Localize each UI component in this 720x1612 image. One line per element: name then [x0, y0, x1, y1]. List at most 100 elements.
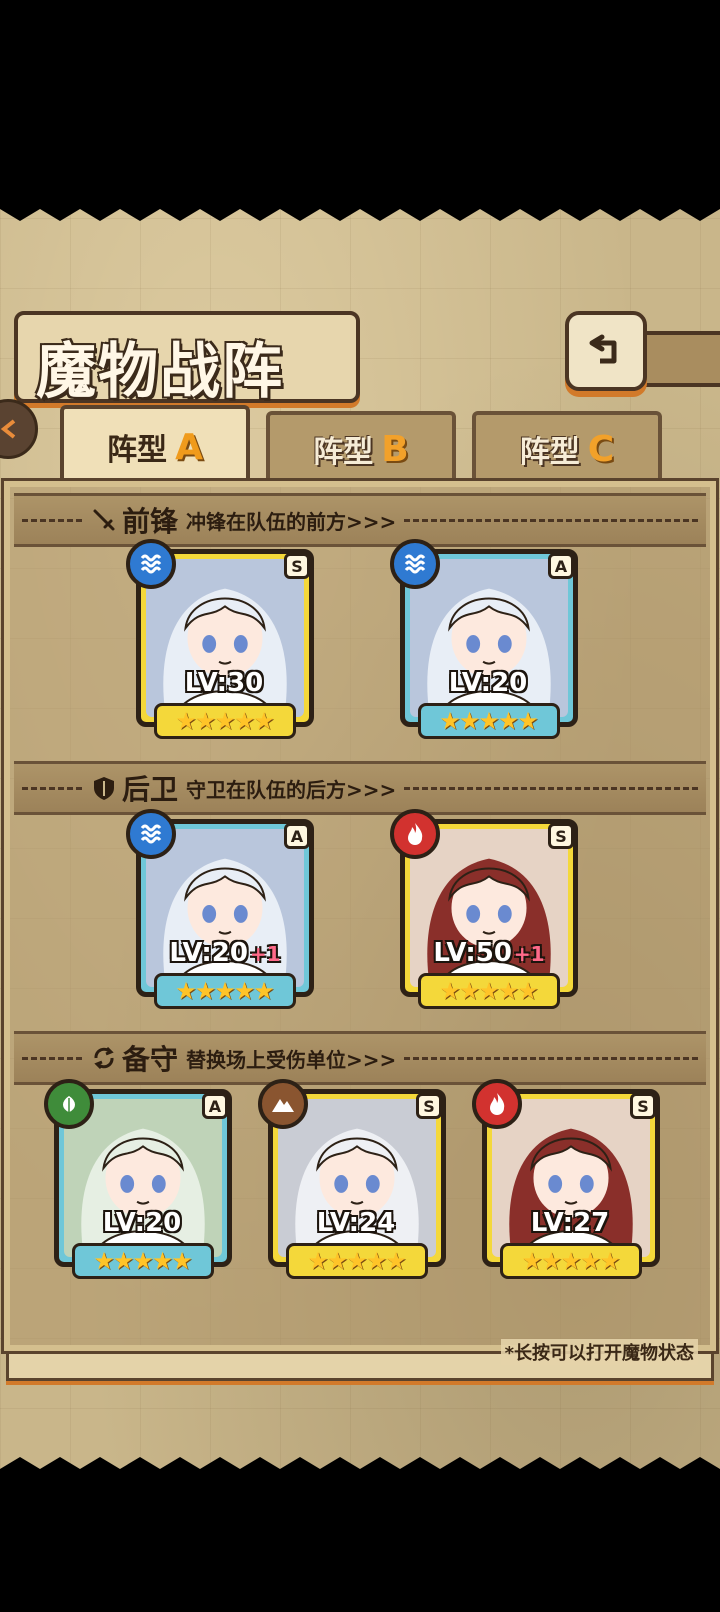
- monster-card[interactable]: LV:20 A ★ ★ ★ ★ ★: [44, 1079, 232, 1279]
- monster-card[interactable]: LV:20 +1 A ★ ★ ★ ★ ★: [126, 809, 314, 1009]
- star-rating: ★ ★ ★ ★ ★: [500, 1243, 642, 1279]
- tab-letter: A: [175, 426, 203, 468]
- star-icon: ★: [112, 1247, 135, 1275]
- water-element-icon: [390, 539, 440, 589]
- star-icon: ★: [346, 1247, 368, 1275]
- monster-card[interactable]: LV:50 +1 S ★ ★ ★ ★ ★: [390, 809, 578, 1009]
- monster-level: LV:20 +1: [169, 938, 281, 968]
- star-icon: ★: [307, 1247, 329, 1275]
- monster-card[interactable]: LV:30 S ★ ★ ★ ★ ★: [126, 539, 314, 739]
- rank-badge: S: [548, 823, 574, 849]
- star-rating: ★ ★ ★ ★ ★: [286, 1243, 428, 1279]
- monster-level: LV:50 +1: [433, 938, 545, 968]
- monster-level: LV:20: [448, 668, 528, 698]
- star-icon: ★: [458, 707, 481, 735]
- star-icon: ★: [478, 707, 500, 735]
- tab-label: 阵型: [519, 435, 580, 470]
- tab-letter: C: [587, 428, 615, 470]
- rank-badge: S: [630, 1093, 656, 1119]
- star-icon: ★: [93, 1247, 115, 1275]
- chevron-left-icon: [0, 419, 16, 439]
- rank-badge: A: [284, 823, 310, 849]
- monster-level: LV:24: [316, 1208, 396, 1238]
- star-icon: ★: [521, 1247, 543, 1275]
- star-icon: ★: [233, 707, 256, 735]
- star-icon: ★: [214, 707, 236, 735]
- star-icon: ★: [579, 1247, 602, 1275]
- swap-icon: [90, 1044, 118, 1072]
- star-icon: ★: [151, 1247, 174, 1275]
- star-icon: ★: [599, 1247, 621, 1275]
- water-element-icon: [126, 809, 176, 859]
- tab-label: 阵型: [313, 435, 374, 470]
- page-title: 魔物战阵: [36, 337, 284, 407]
- star-icon: ★: [365, 1247, 388, 1275]
- section-back-header: 后卫 守卫在队伍的后方>>>: [14, 761, 706, 815]
- monster-card[interactable]: LV:24 S ★ ★ ★ ★ ★: [258, 1079, 446, 1279]
- section-front-header: 前锋 冲锋在队伍的前方>>>: [14, 493, 706, 547]
- back-button[interactable]: [565, 311, 647, 391]
- rank-badge: A: [202, 1093, 228, 1119]
- section-subtitle: 冲锋在队伍的前方>>>: [186, 509, 397, 534]
- star-rating: ★ ★ ★ ★ ★: [154, 703, 296, 739]
- star-icon: ★: [233, 977, 256, 1005]
- star-icon: ★: [132, 1247, 154, 1275]
- formation-panel: 魔物战阵 阵型 A 阵型 B 阵型 C 前锋 冲锋在队伍的前方>>> 后卫 守卫…: [0, 199, 720, 1479]
- star-icon: ★: [194, 707, 217, 735]
- star-icon: ★: [517, 707, 539, 735]
- star-icon: ★: [497, 707, 520, 735]
- tab-formation-b[interactable]: 阵型 B: [266, 411, 456, 483]
- tab-formation-c[interactable]: 阵型 C: [472, 411, 662, 483]
- star-icon: ★: [458, 977, 481, 1005]
- rank-badge: S: [416, 1093, 442, 1119]
- star-icon: ★: [214, 977, 236, 1005]
- star-icon: ★: [439, 977, 461, 1005]
- star-icon: ★: [194, 977, 217, 1005]
- monster-card[interactable]: LV:27 S ★ ★ ★ ★ ★: [472, 1079, 660, 1279]
- fire-element-icon: [472, 1079, 522, 1129]
- star-icon: ★: [497, 977, 520, 1005]
- section-subtitle: 守卫在队伍的后方>>>: [186, 777, 397, 802]
- tab-letter: B: [381, 428, 409, 470]
- section-title: 备守: [122, 1043, 179, 1076]
- earth-element-icon: [258, 1079, 308, 1129]
- monster-level: LV:30: [184, 668, 264, 698]
- tab-label: 阵型: [107, 433, 168, 468]
- star-icon: ★: [175, 707, 197, 735]
- star-icon: ★: [171, 1247, 193, 1275]
- section-title: 前锋: [122, 505, 179, 538]
- shield-icon: [90, 774, 118, 802]
- star-icon: ★: [517, 977, 539, 1005]
- star-rating: ★ ★ ★ ★ ★: [154, 973, 296, 1009]
- long-press-hint: *长按可以打开魔物状态: [500, 1339, 698, 1365]
- star-icon: ★: [253, 977, 275, 1005]
- star-icon: ★: [478, 977, 500, 1005]
- star-rating: ★ ★ ★ ★ ★: [418, 973, 560, 1009]
- star-rating: ★ ★ ★ ★ ★: [418, 703, 560, 739]
- side-collapse-tab[interactable]: [0, 399, 38, 459]
- torn-edge-bottom: [0, 1457, 720, 1479]
- star-icon: ★: [540, 1247, 563, 1275]
- star-icon: ★: [385, 1247, 407, 1275]
- nature-element-icon: [44, 1079, 94, 1129]
- monster-card[interactable]: LV:20 A ★ ★ ★ ★ ★: [390, 539, 578, 739]
- torn-edge-top: [0, 199, 720, 221]
- title-plate: 魔物战阵: [14, 311, 360, 407]
- section-title: 后卫: [122, 773, 179, 806]
- formation-tabs: 阵型 A 阵型 B 阵型 C: [60, 405, 710, 485]
- game-screen: 魔物战阵 阵型 A 阵型 B 阵型 C 前锋 冲锋在队伍的前方>>> 后卫 守卫…: [0, 0, 720, 1612]
- section-reserve-header: 备守 替换场上受伤单位>>>: [14, 1031, 706, 1085]
- fire-element-icon: [390, 809, 440, 859]
- tab-formation-a[interactable]: 阵型 A: [60, 405, 250, 485]
- star-icon: ★: [175, 977, 197, 1005]
- rank-badge: A: [548, 553, 574, 579]
- rank-badge: S: [284, 553, 310, 579]
- monster-level: LV:20: [102, 1208, 182, 1238]
- star-icon: ★: [253, 707, 275, 735]
- return-arrow-icon: [589, 334, 617, 364]
- back-rail: [645, 331, 720, 387]
- star-icon: ★: [560, 1247, 582, 1275]
- water-element-icon: [126, 539, 176, 589]
- sword-icon: [90, 506, 118, 534]
- star-icon: ★: [439, 707, 461, 735]
